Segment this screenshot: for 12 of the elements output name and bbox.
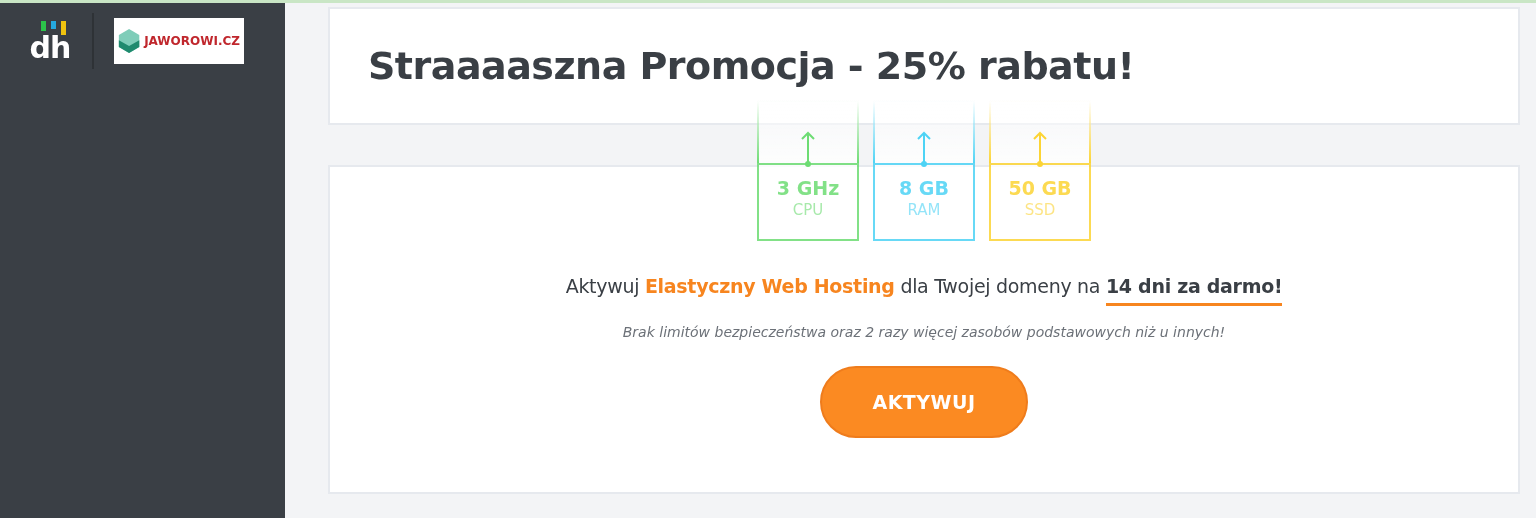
spec-label: RAM — [907, 201, 941, 219]
partner-logo: JAWOROWI.CZ — [114, 18, 244, 64]
spec-label: SSD — [1024, 201, 1056, 219]
spec-value: 8 GB — [899, 177, 949, 199]
spec-value: 50 GB — [1008, 177, 1072, 199]
cube-icon — [118, 26, 141, 56]
promo-title: Straaaaszna Promocja - 25% rabatu! — [368, 44, 1135, 88]
offer-subtext: Brak limitów bezpieczeństwa oraz 2 razy więcej zasobów podstawowych niż u innych! — [622, 324, 1226, 340]
company-logo[interactable]: dh — [28, 21, 72, 61]
offer-headline: Aktywuj Elastyczny Web Hosting dla Twojej domeny na 14 dni za darmo! — [565, 275, 1283, 306]
spec-label: CPU — [792, 201, 824, 219]
spec-value: 3 GHz — [776, 177, 840, 199]
